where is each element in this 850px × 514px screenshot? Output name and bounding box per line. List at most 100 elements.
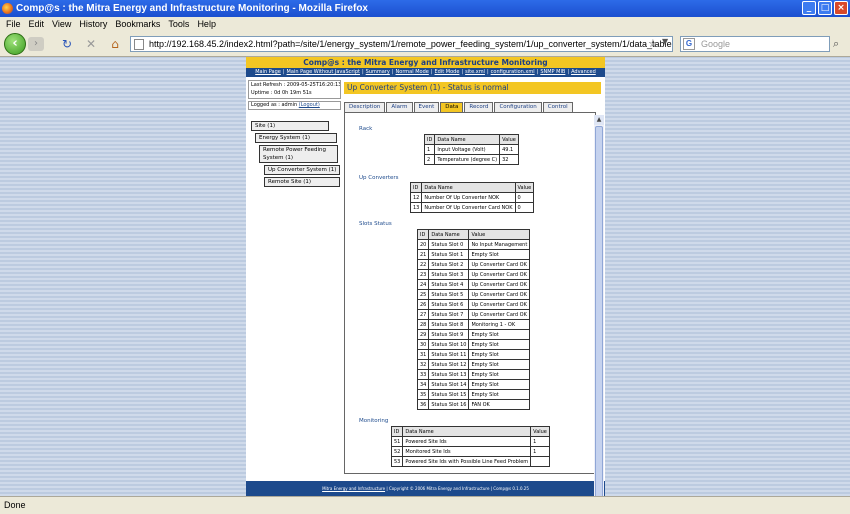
search-engine-icon[interactable]: G	[683, 38, 695, 50]
tab-control[interactable]: Control	[542, 102, 573, 112]
close-button[interactable]: ×	[834, 1, 848, 15]
link-normal-mode[interactable]: Normal Mode	[396, 69, 429, 75]
cell-value: Empty Slot	[468, 359, 531, 370]
main-area: Up Converter System (1) - Status is norm…	[344, 80, 601, 480]
tab-event[interactable]: Event	[413, 102, 440, 112]
menu-bookmarks[interactable]: Bookmarks	[111, 17, 164, 31]
cell-id: 31	[416, 349, 430, 360]
section-monitoring: Monitoring	[359, 418, 389, 424]
navigation-toolbar: ‹ › ↻ ✕ ⌂ http://192.168.45.2/index2.htm…	[0, 31, 850, 57]
cell-name: Status Slot 14	[428, 379, 470, 390]
link-edit-mode[interactable]: Edit Mode	[435, 69, 460, 75]
table-header: ID Data Name Value	[390, 426, 550, 437]
logout-link[interactable]: (Logout)	[299, 102, 320, 108]
cell-name: Status Slot 3	[428, 269, 470, 280]
menu-bar: File Edit View History Bookmarks Tools H…	[0, 17, 850, 31]
footer-text: | Copyright © 2006 Mitra Energy and Infr…	[385, 486, 529, 491]
menu-tools[interactable]: Tools	[164, 17, 193, 31]
up-converters-table: ID Data Name Value 12 Number Of Up Conver…	[409, 182, 535, 213]
table-row: 1 Input Voltage (Volt) 49.1	[423, 144, 519, 155]
cell-name: Status Slot 12	[428, 359, 470, 370]
menu-edit[interactable]: Edit	[25, 17, 49, 31]
table-row: 36 Status Slot 16 FAN OK	[416, 399, 531, 410]
section-rack: Rack	[359, 126, 373, 132]
maximize-button[interactable]: □	[818, 1, 832, 15]
reload-icon[interactable]: ↻	[60, 37, 74, 51]
vertical-scrollbar[interactable]: ▲ ▼	[594, 115, 604, 514]
table-header: ID Data Name Value	[423, 134, 519, 145]
tab-configuration[interactable]: Configuration	[494, 102, 542, 112]
cell-id: 53	[390, 456, 404, 467]
tab-bar: Description Alarm Event Data Record Conf…	[344, 102, 574, 112]
back-button[interactable]: ‹	[4, 33, 26, 55]
cell-id: 30	[416, 339, 430, 350]
column-header: ID	[416, 229, 430, 240]
cell-value: 1	[530, 446, 550, 457]
menu-history[interactable]: History	[75, 17, 111, 31]
cell-value: 32	[499, 154, 519, 165]
cell-value: 49.1	[499, 144, 519, 155]
menu-view[interactable]: View	[48, 17, 75, 31]
scroll-thumb[interactable]	[595, 126, 603, 514]
uptime: Uptime : 0d 0h 19m 51s	[251, 90, 312, 96]
table-row: 22 Status Slot 2 Up Converter Card OK	[416, 259, 531, 270]
cell-value: 0	[514, 202, 535, 213]
cell-value: Up Converter Card OK	[468, 269, 531, 280]
cell-value: Empty Slot	[468, 369, 531, 380]
bookmark-star-icon[interactable]: ☆	[648, 37, 658, 50]
tab-alarm[interactable]: Alarm	[386, 102, 413, 112]
tab-data[interactable]: Data	[440, 102, 464, 112]
table-row: 2 Temperature (degree C) 32	[423, 154, 519, 165]
stop-icon[interactable]: ✕	[84, 37, 98, 51]
cell-id: 33	[416, 369, 430, 380]
cell-value: Empty Slot	[468, 249, 531, 260]
tree-item-energy-system[interactable]: Energy System (1)	[255, 133, 337, 143]
url-text: http://192.168.45.2/index2.html?path=/si…	[149, 39, 673, 49]
minimize-button[interactable]: _	[802, 1, 816, 15]
tree-item-remote-site[interactable]: Remote Site (1)	[264, 177, 340, 187]
tab-record[interactable]: Record	[464, 102, 494, 112]
menu-help[interactable]: Help	[193, 17, 220, 31]
cell-id: 32	[416, 359, 430, 370]
tree-item-remote-power-feeding[interactable]: Remote Power Feeding System (1)	[259, 145, 338, 163]
cell-name: Input Voltage (Volt)	[434, 144, 501, 155]
column-header: ID	[423, 134, 436, 145]
firefox-icon	[2, 3, 13, 14]
column-header: Value	[530, 426, 550, 437]
cell-name: Status Slot 8	[428, 319, 470, 330]
cell-id: 26	[416, 299, 430, 310]
url-dropdown-icon[interactable]: ▼	[662, 37, 668, 46]
cell-name: Status Slot 9	[428, 329, 470, 340]
home-icon[interactable]: ⌂	[108, 37, 122, 51]
search-input[interactable]: G Google	[680, 36, 830, 52]
cell-name: Status Slot 11	[428, 349, 470, 360]
section-up-converters: Up Converters	[359, 175, 399, 181]
cell-value: Up Converter Card OK	[468, 299, 531, 310]
column-header: ID	[390, 426, 404, 437]
forward-button[interactable]: ›	[28, 37, 44, 51]
tree-item-site[interactable]: Site (1)	[251, 121, 329, 131]
table-row: 20 Status Slot 0 No Input Management	[416, 239, 531, 250]
table-row: 51 Powered Site Ids 1	[390, 436, 550, 447]
tree-item-up-converter-system[interactable]: Up Converter System (1)	[264, 165, 340, 175]
link-site-xml[interactable]: site.xml	[465, 69, 485, 75]
footer-link[interactable]: Mitra Energy and Infrastructure	[322, 486, 385, 491]
search-icon[interactable]: ⌕	[833, 37, 839, 51]
cell-value: Empty Slot	[468, 339, 531, 350]
scroll-up-icon[interactable]: ▲	[594, 115, 604, 125]
cell-name: Powered Site Ids	[402, 436, 532, 447]
column-header: Data Name	[434, 134, 501, 145]
link-main-page[interactable]: Main Page	[255, 69, 281, 75]
tab-description[interactable]: Description	[344, 102, 386, 112]
menu-file[interactable]: File	[2, 17, 25, 31]
url-bar[interactable]: http://192.168.45.2/index2.html?path=/si…	[130, 36, 673, 52]
window-titlebar: Comp@s : the Mitra Energy and Infrastruc…	[0, 0, 850, 17]
link-main-page-nojs[interactable]: Main Page Without JavaScript	[287, 69, 360, 75]
link-advanced[interactable]: Advanced	[571, 69, 596, 75]
cell-id: 13	[409, 202, 423, 213]
table-row: 23 Status Slot 3 Up Converter Card OK	[416, 269, 531, 280]
link-snmp-mib[interactable]: SNMP MIB	[540, 69, 565, 75]
link-summary[interactable]: Summary	[366, 69, 390, 75]
page-title: Up Converter System (1) - Status is norm…	[344, 82, 601, 94]
link-configuration-xml[interactable]: configuration.xml	[491, 69, 535, 75]
